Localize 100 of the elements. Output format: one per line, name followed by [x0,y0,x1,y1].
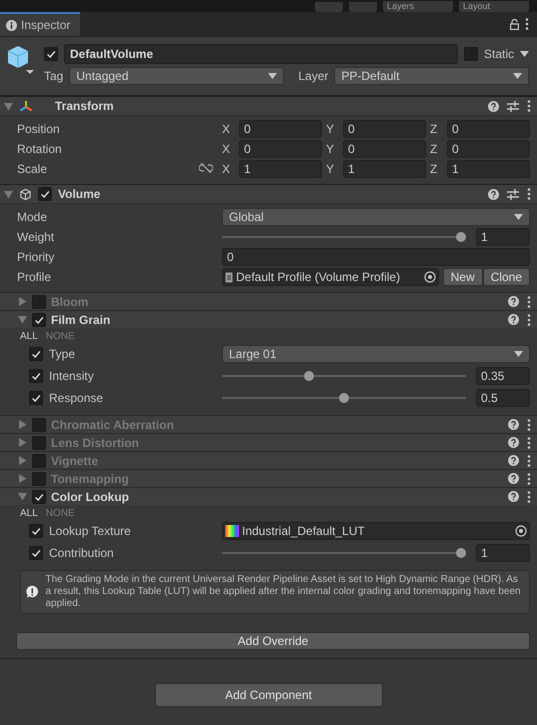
more-menu-icon[interactable] [527,314,531,326]
number-field[interactable]: 1 [239,160,322,178]
help-icon[interactable] [508,419,519,430]
foldout-arrow-icon[interactable] [18,315,27,324]
add-override-button[interactable]: Add Override [16,632,530,650]
slider-track[interactable] [222,393,466,403]
all-link[interactable]: ALL [20,331,38,342]
tag-label: Tag [44,69,64,83]
number-field[interactable]: 0 [343,140,426,158]
slider-thumb[interactable] [304,371,314,381]
axis-label: Z [430,122,438,136]
profile-button[interactable]: Clone [482,268,530,286]
help-icon[interactable] [508,314,519,325]
more-menu-icon[interactable] [527,100,531,112]
axis-label: Z [430,162,438,176]
more-menu-icon[interactable] [527,296,531,308]
layer-dropdown[interactable]: PP-Default [334,67,529,85]
foldout-arrow-icon[interactable] [4,102,13,110]
number-field[interactable]: 1 [476,228,530,246]
number-field[interactable]: 0 [239,120,322,138]
number-field[interactable]: 0 [447,140,530,158]
slider-thumb[interactable] [339,393,349,403]
foldout-arrow-icon[interactable] [18,456,27,465]
axis-label: X [222,142,232,156]
foldout-arrow-icon[interactable] [18,492,27,501]
more-menu-icon[interactable] [527,472,531,484]
foldout-arrow-icon[interactable] [18,297,27,306]
enabled-checkbox[interactable] [32,294,46,308]
field-label: Profile [17,270,52,284]
help-icon[interactable] [508,437,519,448]
slider-track[interactable] [222,232,466,242]
component-title: Transform [55,99,114,113]
override-checkbox[interactable] [29,546,43,560]
broken-link-icon[interactable] [199,163,213,173]
override-checkbox[interactable] [29,391,43,405]
texture-field[interactable]: Industrial_Default_LUT [222,522,530,540]
number-field[interactable]: 0 [447,120,530,138]
slider-thumb[interactable] [456,232,466,242]
override-checkbox[interactable] [29,347,43,361]
enabled-checkbox[interactable] [32,490,46,504]
help-icon[interactable] [508,473,519,484]
more-menu-icon[interactable] [527,490,531,502]
static-checkbox[interactable] [464,47,478,61]
number-field[interactable]: 0.5 [476,389,530,407]
foldout-arrow-icon[interactable] [4,190,13,198]
field-label: Lookup Texture [49,524,131,538]
override-checkbox[interactable] [29,524,43,538]
enabled-checkbox[interactable] [32,454,46,468]
more-menu-icon[interactable] [527,454,531,466]
profile-button[interactable]: New [442,268,483,286]
more-menu-icon[interactable] [525,18,529,30]
number-field[interactable]: 0 [343,120,426,138]
presets-icon[interactable] [507,188,519,200]
enabled-checkbox[interactable] [32,312,46,326]
toolbar-dropdown[interactable]: Layers [383,1,453,12]
override-checkbox[interactable] [29,369,43,383]
number-field[interactable]: 1 [476,544,530,562]
add-component-button[interactable]: Add Component [154,683,382,707]
override-title[interactable]: Film Grain [51,312,110,326]
slider-thumb[interactable] [456,548,466,558]
help-icon[interactable] [488,100,499,112]
enabled-checkbox[interactable] [32,472,46,486]
number-field[interactable]: 1 [343,160,426,178]
object-field[interactable]: Default Profile (Volume Profile) [222,268,439,286]
more-menu-icon[interactable] [527,436,531,448]
help-icon[interactable] [508,491,519,502]
enabled-checkbox[interactable] [38,187,52,201]
number-field[interactable]: 0 [222,248,530,266]
object-picker-icon[interactable] [515,525,527,537]
transform-axes-icon [19,100,33,112]
type-dropdown[interactable]: Large 01 [222,345,530,363]
field-label: Type [49,347,76,361]
toolbar-dropdown[interactable]: Layout [459,1,529,12]
number-field[interactable]: 1 [447,160,530,178]
more-menu-icon[interactable] [527,418,531,430]
field-label: Contribution [49,546,114,560]
slider-track[interactable] [222,548,466,558]
help-icon[interactable] [508,296,519,307]
tag-dropdown[interactable]: Untagged [69,67,284,85]
inspector-tab[interactable]: Inspector [0,12,80,36]
help-icon[interactable] [488,188,499,200]
all-link[interactable]: ALL [20,508,38,519]
foldout-arrow-icon[interactable] [18,474,27,483]
mode-dropdown[interactable]: Global [222,208,530,226]
more-menu-icon[interactable] [527,188,531,200]
lock-icon[interactable] [510,18,519,30]
help-icon[interactable] [508,455,519,466]
enabled-checkbox[interactable] [32,418,46,432]
foldout-arrow-icon[interactable] [18,420,27,429]
presets-icon[interactable] [507,100,519,112]
active-checkbox[interactable] [44,47,58,61]
object-picker-icon[interactable] [424,271,436,283]
slider-track[interactable] [222,371,466,381]
name-field[interactable]: DefaultVolume [64,44,458,64]
enabled-checkbox[interactable] [32,436,46,450]
foldout-arrow-icon[interactable] [18,438,27,447]
number-field[interactable]: 0 [239,140,322,158]
override-title[interactable]: Color Lookup [51,490,129,504]
number-field[interactable]: 0.35 [476,367,530,385]
warning-text: The Grading Mode in the current Universal Render Pipeline Asset is set to High Dynamic Range (HDR). As a result, this Lookup Table (LUT) will be applied after the internal color grading and tonemapping have been applied. [46,574,522,610]
